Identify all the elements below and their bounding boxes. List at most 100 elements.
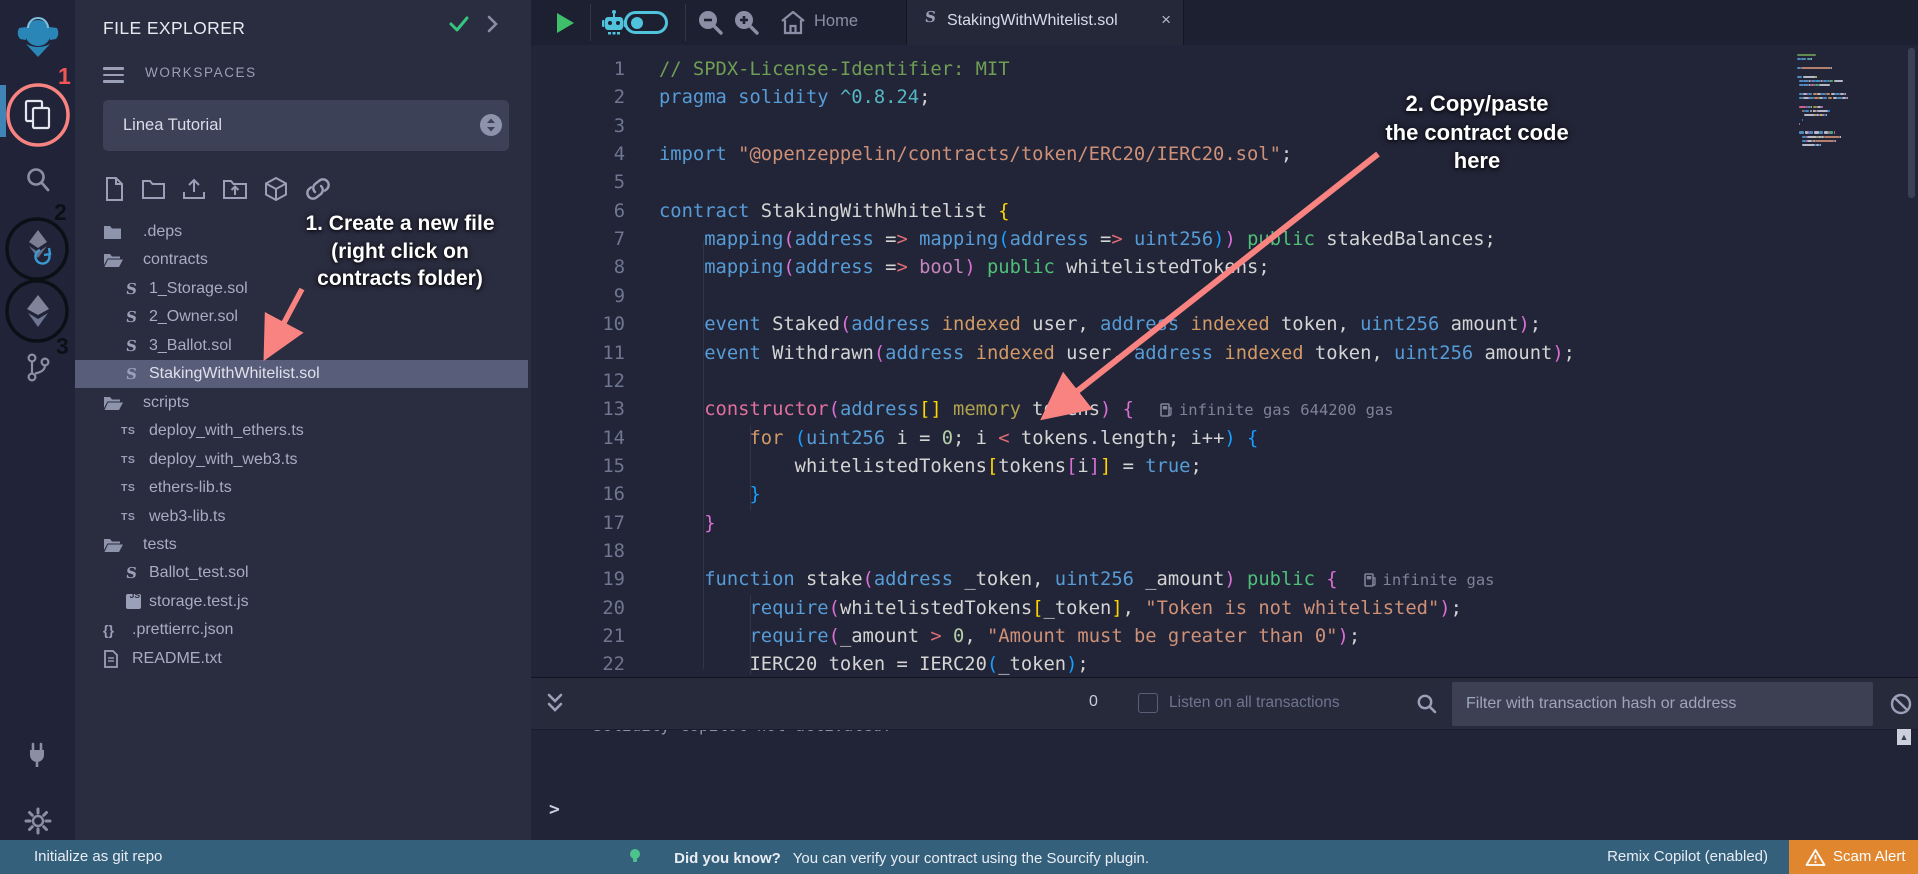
minimap-line <box>1811 80 1815 82</box>
tree-item-deploy-with-web3-ts[interactable]: TSdeploy_with_web3.ts <box>75 446 528 474</box>
terminal-prompt[interactable]: > <box>549 799 560 820</box>
tree-item-scripts[interactable]: scripts <box>75 389 528 417</box>
minimap-line <box>1804 80 1808 82</box>
scam-alert-button[interactable]: Scam Alert <box>1789 840 1918 874</box>
gas-estimate-annotation: infinite gas 644200 gas <box>1160 401 1394 419</box>
transaction-count-badge: 0 <box>1089 693 1098 711</box>
home-tab-label[interactable]: Home <box>814 12 858 31</box>
zoom-in-icon[interactable] <box>733 9 760 36</box>
tree-item-label: storage.test.js <box>149 588 249 616</box>
code-line-22[interactable]: IERC20 token = IERC20(_token); <box>659 651 1089 677</box>
clear-console-ban-icon[interactable] <box>1889 692 1913 716</box>
plugin-manager-icon[interactable] <box>0 735 75 775</box>
icon-rail <box>0 0 75 840</box>
tree-item-tests[interactable]: tests <box>75 531 528 559</box>
terminal-search-icon <box>1416 693 1438 715</box>
terminal-collapse-icon[interactable] <box>545 692 565 715</box>
listen-transactions-checkbox[interactable] <box>1138 693 1158 713</box>
minimap-line <box>1797 54 1816 56</box>
ts-icon: TS <box>121 446 135 474</box>
run-script-icon[interactable] <box>554 11 576 35</box>
solidity-file-icon: S <box>924 8 937 26</box>
tree-item-3-ballot-sol[interactable]: S3_Ballot.sol <box>75 332 528 360</box>
code-line-19[interactable]: function stake(address _token, uint256 _… <box>659 566 1494 594</box>
minimap-line <box>1837 97 1841 99</box>
minimap-line <box>1808 93 1812 95</box>
tab-close-icon[interactable]: × <box>1161 10 1171 30</box>
tree-item-2-owner-sol[interactable]: S2_Owner.sol <box>75 303 528 331</box>
remix-logo[interactable] <box>0 12 75 64</box>
copilot-status[interactable]: Remix Copilot (enabled) <box>1607 848 1768 865</box>
tab-stakingwithwhitelist[interactable]: S StakingWithWhitelist.sol × <box>906 0 1184 45</box>
minimap-line <box>1797 58 1801 60</box>
minimap-line <box>1816 80 1820 82</box>
tip-bold: Did you know? <box>674 850 781 867</box>
copilot-toggle[interactable] <box>624 11 668 34</box>
minimap-line <box>1847 97 1848 99</box>
tree-item-stakingwithwhitelist-sol[interactable]: SStakingWithWhitelist.sol <box>75 360 528 388</box>
editor-toolbar: Home S StakingWithWhitelist.sol × <box>531 0 1918 46</box>
ts-icon: TS <box>121 474 135 502</box>
minimap-line <box>1809 131 1813 133</box>
tree-item-ethers-lib-ts[interactable]: TSethers-lib.ts <box>75 474 528 502</box>
editor-scrollbar[interactable] <box>1908 48 1915 198</box>
minimap-line <box>1813 106 1817 108</box>
line-number: 14 <box>531 425 625 453</box>
init-git-repo-button[interactable]: Initialize as git repo <box>34 848 162 865</box>
minimap-line <box>1799 106 1806 108</box>
code-line-4[interactable]: import "@openzeppelin/contracts/token/ER… <box>659 141 1292 169</box>
minimap-line <box>1834 80 1843 82</box>
settings-gear-icon[interactable] <box>0 802 75 840</box>
code-line-13[interactable]: constructor(address[] memory tokens) {in… <box>659 396 1394 424</box>
file-explorer-panel: FILE EXPLORER WORKSPACES Linea Tutorial <box>75 0 532 840</box>
json-icon: {} <box>103 616 114 644</box>
code-line-1[interactable]: // SPDX-License-Identifier: MIT <box>659 56 1010 84</box>
tree-item-label: web3-lib.ts <box>149 503 225 531</box>
minimap-line <box>1811 58 1812 60</box>
code-line-6[interactable]: contract StakingWithWhitelist { <box>659 198 1010 226</box>
code-line-11[interactable]: event Withdrawn(address indexed user, ad… <box>659 340 1575 368</box>
code-line-10[interactable]: event Staked(address indexed user, addre… <box>659 311 1541 339</box>
code-editor[interactable]: 1// SPDX-License-Identifier: MIT2pragma … <box>531 45 1918 677</box>
deploy-run-icon[interactable] <box>0 292 75 332</box>
code-line-20[interactable]: require(whitelistedTokens[_token], "Toke… <box>659 595 1462 623</box>
home-icon[interactable] <box>780 10 806 35</box>
annotation-step1: 1. Create a new file (right click on con… <box>258 210 542 293</box>
minimap-line <box>1797 76 1802 78</box>
tree-item-ballot-test-sol[interactable]: SBallot_test.sol <box>75 559 528 587</box>
code-line-8[interactable]: mapping(address => bool) public whitelis… <box>659 254 1270 282</box>
line-number: 22 <box>531 651 625 677</box>
code-line-21[interactable]: require(_amount > 0, "Amount must be gre… <box>659 623 1360 651</box>
zoom-out-icon[interactable] <box>697 9 724 36</box>
tree-item-deploy-with-ethers-ts[interactable]: TSdeploy_with_ethers.ts <box>75 417 528 445</box>
code-line-16[interactable]: } <box>659 481 761 509</box>
line-number: 3 <box>531 113 625 141</box>
minimap-line <box>1824 136 1840 138</box>
minimap-line <box>1799 93 1802 95</box>
git-icon[interactable] <box>0 348 75 388</box>
transaction-filter-input[interactable] <box>1452 682 1873 726</box>
annotation-line: contracts folder) <box>258 265 542 293</box>
search-icon[interactable] <box>0 160 75 200</box>
code-line-14[interactable]: for (uint256 i = 0; i < tokens.length; i… <box>659 425 1258 453</box>
minimap-line <box>1821 93 1825 95</box>
minimap-line <box>1834 131 1835 133</box>
tree-item--prettierrc-json[interactable]: {}.prettierrc.json <box>75 616 528 644</box>
solidity-compiler-icon[interactable] <box>0 228 75 270</box>
minimap[interactable] <box>1797 54 1878 214</box>
code-line-2[interactable]: pragma solidity ^0.8.24; <box>659 84 930 112</box>
code-line-7[interactable]: mapping(address => mapping(address => ui… <box>659 226 1496 254</box>
terminal-scrollbar-arrow[interactable]: ▲ <box>1897 729 1911 745</box>
code-line-17[interactable]: } <box>659 510 716 538</box>
line-number: 5 <box>531 169 625 197</box>
tree-item-readme-txt[interactable]: README.txt <box>75 645 528 673</box>
tree-item-storage-test-js[interactable]: JSstorage.test.js <box>75 588 528 616</box>
file-explorer-icon[interactable] <box>0 95 75 135</box>
tree-item-label: 3_Ballot.sol <box>149 332 232 360</box>
code-line-15[interactable]: whitelistedTokens[tokens[i]] = true; <box>659 453 1202 481</box>
minimap-line <box>1829 131 1833 133</box>
tip-text: You can verify your contract using the S… <box>793 850 1149 867</box>
tree-item-web3-lib-ts[interactable]: TSweb3-lib.ts <box>75 503 528 531</box>
minimap-line <box>1826 93 1830 95</box>
minimap-line <box>1829 80 1833 82</box>
